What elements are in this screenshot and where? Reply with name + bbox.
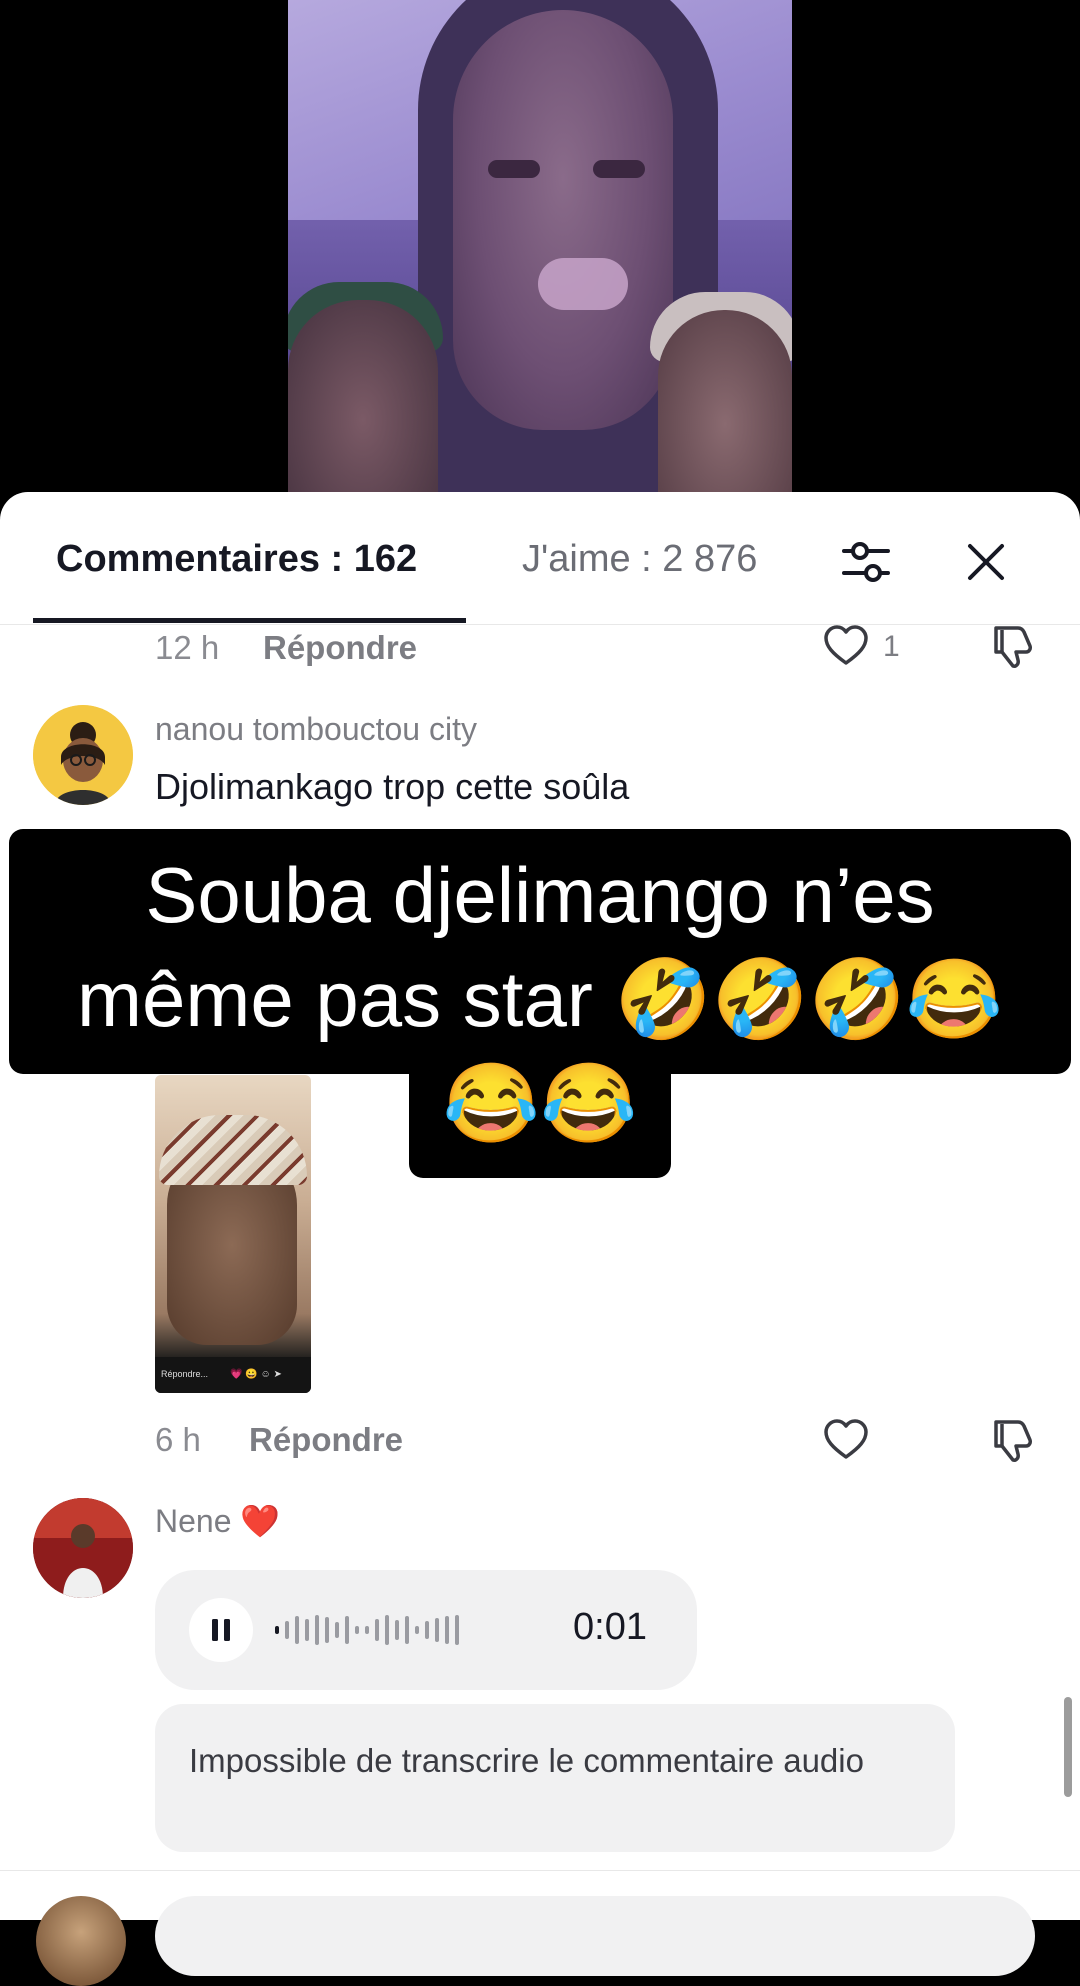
audio-comment-player[interactable]: 0:01 — [155, 1570, 697, 1690]
thumbs-down-icon — [994, 1420, 1032, 1462]
avatar[interactable] — [33, 705, 133, 805]
avatar-cartoon-icon — [33, 705, 133, 805]
dislike-button[interactable] — [988, 622, 1036, 670]
comment-time: 12 h — [155, 629, 220, 666]
reply-button[interactable]: Répondre — [249, 1421, 403, 1459]
comment-input[interactable] — [155, 1896, 1035, 1976]
video-player[interactable] — [0, 0, 1080, 500]
scroll-indicator[interactable] — [1064, 1697, 1072, 1797]
audio-waveform — [275, 1608, 535, 1652]
caption-line: Souba djelimango n’es — [145, 851, 935, 939]
heart-outline-icon — [824, 1419, 868, 1459]
comment-time: 6 h — [155, 1421, 201, 1458]
video-frame[interactable] — [288, 0, 792, 500]
comment-username[interactable]: Nene ❤️ — [155, 1502, 280, 1540]
video-eye-right — [593, 160, 645, 178]
pause-button[interactable] — [189, 1598, 253, 1662]
thumb-reply-text: Répondre... — [161, 1369, 209, 1379]
reply-button[interactable]: Répondre — [263, 629, 417, 667]
inset-face-left — [288, 300, 438, 500]
caption-line: 😂😂 — [442, 1059, 638, 1147]
video-eye-left — [488, 160, 540, 178]
active-tab-indicator — [33, 618, 466, 623]
transcript-notice: Impossible de transcrire le commentaire … — [155, 1704, 955, 1852]
caption-line: même pas star 🤣🤣🤣😂 — [77, 955, 1003, 1043]
like-button[interactable] — [822, 622, 870, 670]
current-user-avatar — [36, 1896, 126, 1986]
divider — [0, 1870, 1080, 1871]
thumbs-down-icon — [994, 626, 1032, 668]
comment-text: Djolimankago trop cette soûla — [155, 766, 630, 807]
filter-button[interactable] — [836, 532, 896, 592]
like-count: 1 — [883, 630, 900, 663]
comment-username[interactable]: nanou tombouctou city — [155, 711, 477, 748]
inset-face-right — [658, 310, 792, 500]
avatar[interactable] — [33, 1498, 133, 1598]
video-person-face — [453, 10, 673, 430]
audio-duration: 0:01 — [573, 1606, 647, 1648]
tab-likes[interactable]: J'aime : 2 876 — [522, 538, 757, 581]
avatar-photo-icon — [33, 1498, 133, 1598]
close-icon — [968, 544, 1004, 580]
like-button[interactable] — [822, 1416, 870, 1464]
video-caption: Souba djelimango n’es même pas star 🤣🤣🤣😂… — [0, 843, 1080, 1155]
sliders-icon — [842, 542, 890, 582]
pause-icon — [212, 1619, 230, 1641]
tab-bar: Commentaires : 162 J'aime : 2 876 — [0, 492, 1080, 625]
tab-comments[interactable]: Commentaires : 162 — [56, 538, 417, 581]
heart-outline-icon — [824, 625, 868, 665]
transcript-text: Impossible de transcrire le commentaire … — [189, 1742, 864, 1779]
dislike-button[interactable] — [988, 1416, 1036, 1464]
thumb-bar: Répondre... 💗 😀 ☺ ➤ — [155, 1357, 311, 1393]
thumb-bar-icons: 💗 😀 ☺ ➤ — [230, 1369, 282, 1380]
close-button[interactable] — [956, 532, 1016, 592]
video-lips — [538, 258, 628, 310]
